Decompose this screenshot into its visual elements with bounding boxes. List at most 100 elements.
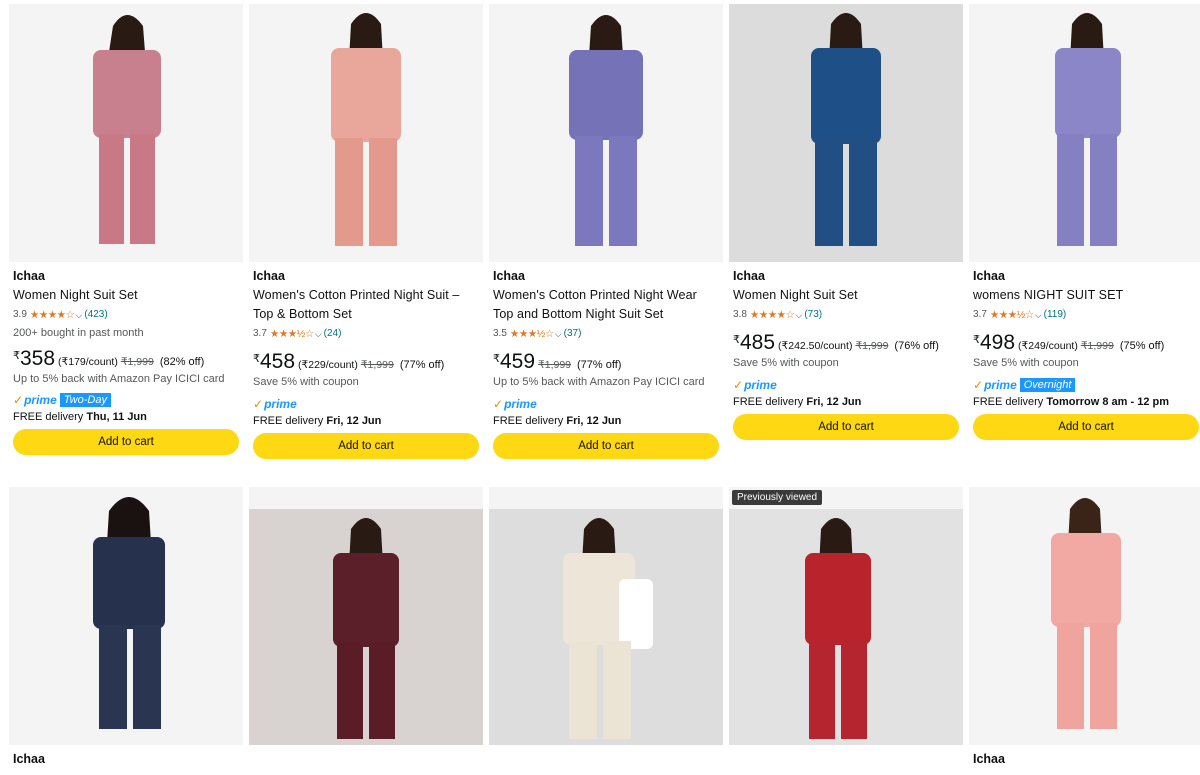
add-to-cart-button[interactable]: Add to cart xyxy=(493,433,719,459)
add-to-cart-button[interactable]: Add to cart xyxy=(13,429,239,455)
delivery-date: Tomorrow 8 am - 12 pm xyxy=(1046,396,1170,408)
product-image[interactable] xyxy=(969,487,1200,745)
prime-row: ✓prime xyxy=(493,396,719,412)
top-garment xyxy=(331,48,401,142)
product-title[interactable]: womens NIGHT SUIT SET xyxy=(973,286,1199,305)
top-garment xyxy=(93,537,165,629)
top-garment xyxy=(569,50,643,140)
top-garment xyxy=(811,48,881,144)
rating-value: 3.9 xyxy=(13,309,27,320)
prime-speed-badge: Two-Day xyxy=(59,393,111,407)
product-title[interactable]: Women Night Suit Set xyxy=(13,286,239,305)
review-count-link[interactable]: (119) xyxy=(1044,308,1067,322)
right-leg xyxy=(1090,134,1117,246)
discount: (76% off) xyxy=(894,340,939,352)
discount: (77% off) xyxy=(399,359,445,371)
unit-price: (₹229/count) xyxy=(298,359,358,371)
product-image[interactable] xyxy=(969,4,1200,262)
check-icon: ✓ xyxy=(253,397,264,411)
product-image[interactable] xyxy=(249,487,483,745)
product-image[interactable] xyxy=(9,487,243,745)
product-image[interactable] xyxy=(489,4,723,262)
top-garment xyxy=(93,50,161,138)
product-card[interactable]: Previously viewed xyxy=(729,487,963,775)
list-price: ₹1,999 xyxy=(855,340,889,352)
product-card[interactable] xyxy=(489,487,723,775)
delivery-info: FREE delivery Tomorrow 8 am - 12 pm xyxy=(973,396,1170,408)
product-image[interactable] xyxy=(9,4,243,262)
product-card[interactable]: Ichaa womens NIGHT SUIT SET 3.7 ★★★½☆ ⌵ … xyxy=(969,4,1200,474)
check-icon: ✓ xyxy=(493,397,504,411)
review-count-link[interactable]: (37) xyxy=(564,327,582,341)
product-card[interactable]: Ichaa xyxy=(969,487,1200,775)
model-photo xyxy=(9,487,243,745)
prime-logo: ✓prime xyxy=(253,397,297,411)
chevron-down-icon[interactable]: ⌵ xyxy=(555,327,562,341)
price[interactable]: 485 xyxy=(740,331,775,355)
product-title[interactable]: Women's Cotton Printed Night Suit – Top … xyxy=(253,286,479,324)
model-photo xyxy=(489,4,723,262)
offer-note: Up to 5% back with Amazon Pay ICICI card xyxy=(13,373,225,385)
price[interactable]: 358 xyxy=(20,347,55,371)
model-photo xyxy=(249,4,483,262)
chevron-down-icon[interactable]: ⌵ xyxy=(795,308,802,322)
product-image[interactable]: Previously viewed xyxy=(729,487,963,745)
currency-symbol: ₹ xyxy=(253,353,260,365)
add-to-cart-button[interactable]: Add to cart xyxy=(253,433,479,459)
product-title[interactable]: Women's Cotton Printed Night Wear Top an… xyxy=(493,286,719,324)
star-rating-icon[interactable]: ★★★½☆ xyxy=(510,327,554,341)
product-title[interactable]: Women Night Suit Set xyxy=(733,286,959,305)
product-card[interactable]: Ichaa Women's Cotton Printed Night Suit … xyxy=(249,4,483,474)
chevron-down-icon[interactable]: ⌵ xyxy=(75,308,82,322)
offer-note: Save 5% with coupon xyxy=(973,357,1079,369)
rating-value: 3.8 xyxy=(733,309,747,320)
currency-symbol: ₹ xyxy=(973,334,980,346)
list-price: ₹1,999 xyxy=(120,356,154,368)
list-price: ₹1,999 xyxy=(1080,340,1114,352)
star-rating-icon[interactable]: ★★★½☆ xyxy=(270,327,314,341)
product-image[interactable] xyxy=(249,4,483,262)
check-icon: ✓ xyxy=(973,378,984,392)
delivery-info: FREE delivery Fri, 12 Jun xyxy=(253,415,382,427)
product-card[interactable]: Ichaa xyxy=(9,487,243,775)
left-leg xyxy=(99,134,124,244)
chevron-down-icon[interactable]: ⌵ xyxy=(1035,308,1042,322)
discount: (82% off) xyxy=(159,356,205,368)
prime-logo: ✓prime xyxy=(493,397,537,411)
star-rating-icon[interactable]: ★★★½☆ xyxy=(990,308,1034,322)
price[interactable]: 458 xyxy=(260,350,295,374)
left-leg xyxy=(815,140,843,246)
delivery-date: Fri, 12 Jun xyxy=(566,415,622,427)
product-card[interactable]: Ichaa Women Night Suit Set 3.9 ★★★★☆ ⌵ (… xyxy=(9,4,243,474)
delivery-date: Thu, 11 Jun xyxy=(86,411,147,423)
left-leg xyxy=(569,641,597,739)
right-leg xyxy=(130,134,155,244)
product-image[interactable] xyxy=(489,487,723,745)
prime-logo: ✓prime xyxy=(733,378,777,392)
left-leg xyxy=(809,641,835,739)
review-count-link[interactable]: (423) xyxy=(84,308,107,322)
price[interactable]: 459 xyxy=(500,350,535,374)
check-icon: ✓ xyxy=(13,393,24,407)
model-photo xyxy=(729,4,963,262)
star-rating-icon[interactable]: ★★★★☆ xyxy=(30,308,75,322)
star-rating-icon[interactable]: ★★★★☆ xyxy=(750,308,795,322)
rating-row: 3.8 ★★★★☆ ⌵ (73) xyxy=(733,308,959,322)
review-count-link[interactable]: (73) xyxy=(804,308,822,322)
product-card[interactable]: Ichaa Women's Cotton Printed Night Wear … xyxy=(489,4,723,474)
add-to-cart-button[interactable]: Add to cart xyxy=(973,414,1199,440)
unit-price: (₹249/count) xyxy=(1018,340,1078,352)
price-row: ₹ 498 (₹249/count) ₹1,999 (75% off) xyxy=(973,331,1199,355)
review-count-link[interactable]: (24) xyxy=(324,327,342,341)
price[interactable]: 498 xyxy=(980,331,1015,355)
prime-speed-badge: Overnight xyxy=(1019,378,1076,392)
currency-symbol: ₹ xyxy=(493,353,500,365)
rating-row: 3.9 ★★★★☆ ⌵ (423) xyxy=(13,308,239,322)
price-row: ₹ 458 (₹229/count) ₹1,999 (77% off) xyxy=(253,350,479,374)
product-card[interactable] xyxy=(249,487,483,775)
product-image[interactable] xyxy=(729,4,963,262)
product-card[interactable]: Ichaa Women Night Suit Set 3.8 ★★★★☆ ⌵ (… xyxy=(729,4,963,474)
unit-price: (₹242.50/count) xyxy=(778,340,853,352)
add-to-cart-button[interactable]: Add to cart xyxy=(733,414,959,440)
chevron-down-icon[interactable]: ⌵ xyxy=(315,327,322,341)
